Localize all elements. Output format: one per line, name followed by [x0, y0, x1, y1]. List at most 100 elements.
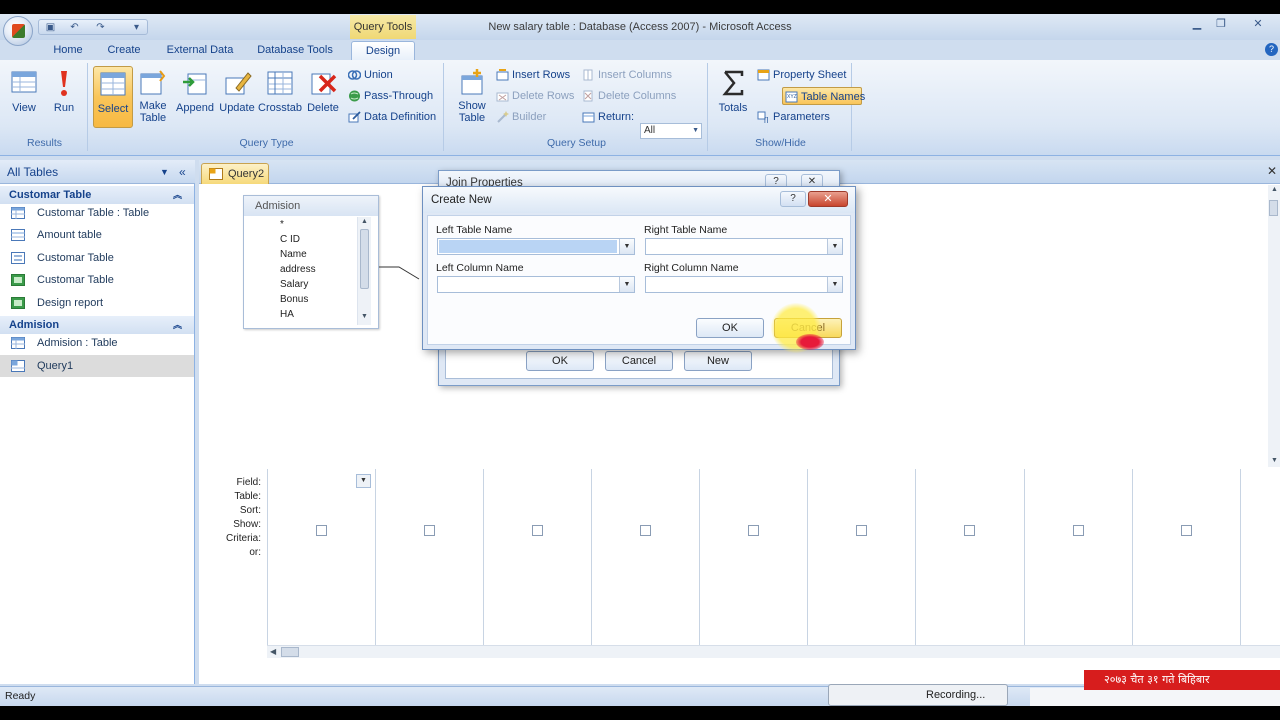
show-checkbox[interactable] — [640, 525, 651, 536]
nav-item-query1[interactable]: Query1 — [0, 355, 194, 377]
pass-through-button[interactable]: Pass-Through — [346, 87, 433, 105]
table-pane-vertical-scrollbar[interactable]: ▲ ▼ — [1268, 185, 1280, 467]
join-cancel-button[interactable]: Cancel — [605, 351, 673, 371]
grid-column[interactable] — [483, 469, 591, 645]
scroll-up-icon[interactable]: ▲ — [1271, 186, 1278, 193]
office-button[interactable] — [3, 16, 33, 46]
nav-item-customar-table-report[interactable]: Customar Table — [0, 269, 194, 291]
right-column-combo[interactable]: ▼ — [645, 276, 843, 293]
scroll-up-icon[interactable]: ▲ — [361, 218, 368, 225]
show-checkbox[interactable] — [748, 525, 759, 536]
chevron-down-icon[interactable]: ▼ — [160, 160, 169, 184]
grid-horizontal-scrollbar[interactable]: ◀ — [267, 645, 1280, 658]
show-table-button[interactable]: Show Table — [452, 66, 492, 128]
minimize-icon[interactable]: ▁ — [1187, 17, 1207, 31]
nav-item-customar-table-form[interactable]: Customar Table — [0, 247, 194, 269]
insert-columns-button[interactable]: Insert Columns — [580, 66, 672, 84]
show-checkbox[interactable] — [424, 525, 435, 536]
customize-qat-icon[interactable]: ▾ — [131, 22, 142, 33]
join-new-button[interactable]: New — [684, 351, 752, 371]
collapse-pane-icon[interactable]: « — [179, 160, 186, 184]
nav-item-design-report[interactable]: Design report — [0, 292, 194, 314]
save-icon[interactable]: ▣ — [45, 22, 56, 33]
grid-column[interactable] — [1240, 469, 1280, 645]
delete-rows-button[interactable]: Delete Rows — [494, 87, 574, 105]
join-ok-button[interactable]: OK — [526, 351, 594, 371]
show-checkbox[interactable] — [856, 525, 867, 536]
close-window-icon[interactable]: ✕ — [1248, 17, 1268, 31]
field-list-scrollbar[interactable]: ▲ ▼ — [357, 217, 371, 325]
return-select[interactable]: All ▼ — [640, 123, 702, 139]
chevron-down-icon[interactable]: ▼ — [827, 277, 842, 292]
make-table-button[interactable]: Make Table — [133, 66, 173, 128]
field-list-item[interactable]: Salary — [280, 277, 360, 292]
chevron-down-icon[interactable]: ▼ — [619, 239, 634, 254]
tab-design[interactable]: Design — [351, 41, 415, 60]
close-icon[interactable]: ✕ — [808, 191, 848, 207]
append-button[interactable]: Append — [174, 66, 216, 128]
totals-button[interactable]: Totals — [714, 66, 752, 128]
tab-create[interactable]: Create — [100, 41, 148, 60]
insert-rows-button[interactable]: Insert Rows — [494, 66, 570, 84]
delete-query-button[interactable]: Delete — [302, 66, 344, 128]
recording-indicator[interactable]: Recording... — [828, 684, 1008, 706]
scroll-down-icon[interactable]: ▼ — [361, 313, 368, 320]
tab-home[interactable]: Home — [46, 41, 90, 60]
grid-column[interactable] — [807, 469, 915, 645]
update-button[interactable]: Update — [216, 66, 258, 128]
help-icon[interactable]: ? — [780, 191, 806, 207]
field-list-item[interactable]: HA — [280, 307, 360, 322]
scrollbar-thumb[interactable] — [360, 229, 369, 289]
show-checkbox[interactable] — [316, 525, 327, 536]
table-field-list[interactable]: Admision * C ID Name address Salary Bonu… — [243, 195, 379, 329]
show-checkbox[interactable] — [964, 525, 975, 536]
scroll-down-icon[interactable]: ▼ — [1271, 457, 1278, 464]
show-checkbox[interactable] — [1073, 525, 1084, 536]
nav-item-admision-table[interactable]: Admision : Table — [0, 332, 194, 354]
document-tab-query2[interactable]: Query2 — [201, 163, 269, 184]
help-icon[interactable]: ? — [1265, 43, 1278, 56]
grid-column[interactable] — [591, 469, 699, 645]
redo-icon[interactable]: ↷ — [95, 22, 106, 33]
grid-column[interactable] — [699, 469, 807, 645]
left-table-combo[interactable]: ▼ — [437, 238, 635, 255]
view-button[interactable]: View — [4, 66, 44, 128]
join-line[interactable] — [379, 265, 424, 281]
create-ok-button[interactable]: OK — [696, 318, 764, 338]
property-sheet-button[interactable]: Property Sheet — [755, 66, 846, 84]
grid-column[interactable] — [915, 469, 1023, 645]
field-list-item[interactable]: Bonus — [280, 292, 360, 307]
chevron-down-icon[interactable]: ▼ — [827, 239, 842, 254]
field-list-item[interactable]: * — [280, 217, 360, 232]
undo-icon[interactable]: ↶ — [69, 22, 80, 33]
restore-icon[interactable]: ❐ — [1211, 17, 1231, 31]
crosstab-button[interactable]: Crosstab — [258, 66, 302, 128]
run-button[interactable]: Run — [44, 66, 84, 128]
field-list-item[interactable]: C ID — [280, 232, 360, 247]
builder-button[interactable]: Builder — [494, 108, 546, 126]
grid-column[interactable] — [1132, 469, 1240, 645]
nav-item-amount-table[interactable]: Amount table — [0, 224, 194, 246]
field-list-item[interactable]: address — [280, 262, 360, 277]
field-dropdown-icon[interactable]: ▼ — [356, 474, 371, 488]
table-names-button[interactable]: XYZ Table Names — [782, 87, 865, 105]
field-list-item[interactable]: Name — [280, 247, 360, 262]
tab-database-tools[interactable]: Database Tools — [252, 41, 338, 60]
right-table-combo[interactable]: ▼ — [645, 238, 843, 255]
grid-column[interactable] — [267, 469, 375, 645]
delete-columns-button[interactable]: Delete Columns — [580, 87, 676, 105]
close-document-icon[interactable]: ✕ — [1265, 164, 1279, 178]
left-column-combo[interactable]: ▼ — [437, 276, 635, 293]
grid-column[interactable] — [1024, 469, 1132, 645]
show-checkbox[interactable] — [1181, 525, 1192, 536]
scroll-left-icon[interactable]: ◀ — [270, 647, 276, 656]
tab-external-data[interactable]: External Data — [160, 41, 240, 60]
nav-item-customar-table-table[interactable]: Customar Table : Table — [0, 202, 194, 224]
scrollbar-thumb[interactable] — [1269, 200, 1278, 216]
grid-column[interactable] — [375, 469, 483, 645]
show-checkbox[interactable] — [532, 525, 543, 536]
union-button[interactable]: Union — [346, 66, 393, 84]
chevron-down-icon[interactable]: ▼ — [619, 277, 634, 292]
nav-header[interactable]: All Tables ▼ « — [0, 160, 195, 184]
select-button[interactable]: Select — [93, 66, 133, 128]
